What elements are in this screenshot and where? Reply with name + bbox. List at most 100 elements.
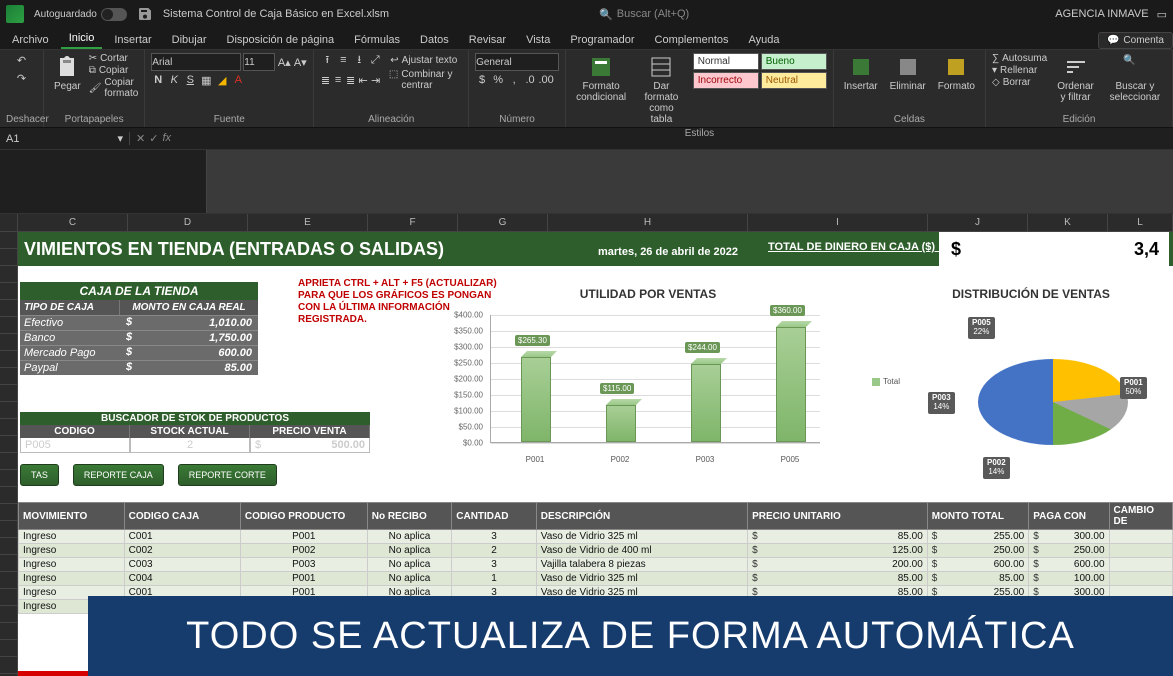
group-number: Número	[475, 113, 559, 125]
caja-table: CAJA DE LA TIENDA TIPO DE CAJAMONTO EN C…	[20, 282, 258, 375]
merge-center-button[interactable]: ⬚Combinar y centrar	[389, 69, 462, 91]
align-right-icon[interactable]: ≣	[345, 73, 356, 87]
tab-inicio[interactable]: Inicio	[61, 29, 103, 49]
increase-font-icon[interactable]: A▴	[277, 55, 291, 69]
format-as-table-button[interactable]: Dar formato como tabla	[634, 53, 689, 127]
italic-icon[interactable]: K	[167, 73, 181, 87]
align-top-icon[interactable]: ⭱	[320, 53, 334, 67]
format-painter-button[interactable]: 🖌Copiar formato	[89, 77, 139, 99]
btn-reporte-corte[interactable]: REPORTE CORTE	[178, 464, 277, 486]
style-normal[interactable]: Normal	[693, 53, 759, 70]
tab-revisar[interactable]: Revisar	[461, 31, 514, 49]
table-row[interactable]: IngresoC003P003No aplica3Vajilla talaber…	[19, 558, 1173, 572]
tab-ayuda[interactable]: Ayuda	[741, 31, 788, 49]
number-format-select[interactable]	[475, 53, 559, 71]
style-incorrecto[interactable]: Incorrecto	[693, 72, 759, 89]
cond-format-icon	[589, 55, 613, 79]
account-name[interactable]: AGENCIA INMAVE	[1055, 8, 1148, 20]
font-name-select[interactable]	[151, 53, 241, 71]
caja-row: Mercado Pago$600.00	[20, 345, 258, 360]
tab-archivo[interactable]: Archivo	[4, 31, 57, 49]
pie-label-p003: P00314%	[928, 392, 955, 414]
ribbon-display-icon[interactable]: ▭	[1157, 8, 1167, 21]
comma-icon[interactable]: ,	[507, 73, 521, 87]
align-left-icon[interactable]: ≣	[320, 73, 331, 87]
font-size-select[interactable]	[243, 53, 275, 71]
copy-button[interactable]: ⧉Copiar	[89, 65, 139, 76]
table-row[interactable]: IngresoC001P001No aplica3Vaso de Vidrio …	[19, 530, 1173, 544]
tab-vista[interactable]: Vista	[518, 31, 558, 49]
align-center-icon[interactable]: ≡	[333, 73, 344, 87]
orientation-icon[interactable]: ⤢	[368, 53, 382, 67]
find-select-button[interactable]: 🔍Buscar y seleccionar	[1104, 53, 1166, 105]
dec-decimal-icon[interactable]: .00	[539, 73, 553, 87]
tab-complementos[interactable]: Complementos	[647, 31, 737, 49]
table-row[interactable]: IngresoC002P002No aplica2Vaso de Vidrio …	[19, 544, 1173, 558]
insert-icon	[849, 55, 873, 79]
decrease-font-icon[interactable]: A▾	[293, 55, 307, 69]
tell-me-search[interactable]: 🔍 Buscar (Alt+Q)	[599, 8, 689, 21]
header-band: VIMIENTOS EN TIENDA (ENTRADAS O SALIDAS)…	[18, 232, 1173, 266]
total-cash-label: TOTAL DE DINERO EN CAJA ($) :	[768, 241, 942, 253]
sort-filter-button[interactable]: Ordenar y filtrar	[1051, 53, 1100, 105]
tab-programador[interactable]: Programador	[562, 31, 642, 49]
indent-dec-icon[interactable]: ⇤	[358, 73, 369, 87]
row-headers[interactable]	[0, 232, 18, 676]
search-price-value: $500.00	[250, 438, 370, 453]
tab-insertar[interactable]: Insertar	[106, 31, 159, 49]
undo-icon[interactable]: ↶	[15, 53, 29, 67]
tab-datos[interactable]: Datos	[412, 31, 457, 49]
tab-formulas[interactable]: Fórmulas	[346, 31, 408, 49]
clear-button[interactable]: ◇Borrar	[992, 77, 1047, 88]
insert-cells-button[interactable]: Insertar	[840, 53, 882, 94]
fx-icon[interactable]: fx	[162, 132, 171, 145]
underline-icon[interactable]: S	[183, 73, 197, 87]
btn-tas[interactable]: TAS	[20, 464, 59, 486]
worksheet[interactable]: VIMIENTOS EN TIENDA (ENTRADAS O SALIDAS)…	[0, 232, 1173, 676]
cut-button[interactable]: ✂Cortar	[89, 53, 139, 64]
style-neutral[interactable]: Neutral	[761, 72, 827, 89]
conditional-format-button[interactable]: Formato condicional	[572, 53, 630, 105]
format-cells-button[interactable]: Formato	[934, 53, 979, 94]
inc-decimal-icon[interactable]: .0	[523, 73, 537, 87]
align-bottom-icon[interactable]: ⭳	[352, 53, 366, 67]
pie-label-p005: P00522%	[968, 317, 995, 339]
align-middle-icon[interactable]: ≡	[336, 53, 350, 67]
search-code-input[interactable]: P005	[20, 438, 130, 453]
autosave-toggle[interactable]: Autoguardado	[34, 8, 127, 21]
wrap-icon: ↩	[390, 55, 398, 66]
fill-color-icon[interactable]: ◢	[215, 73, 229, 87]
tab-dibujar[interactable]: Dibujar	[164, 31, 215, 49]
search-icon: 🔍	[599, 8, 613, 21]
font-color-icon[interactable]: A	[231, 73, 245, 87]
btn-reporte-caja[interactable]: REPORTE CAJA	[73, 464, 164, 486]
wrap-text-button[interactable]: ↩Ajustar texto	[390, 55, 457, 66]
name-box[interactable]: A1▾	[0, 132, 130, 145]
save-icon[interactable]	[137, 6, 153, 22]
redo-icon[interactable]: ↷	[15, 71, 29, 85]
chart1-title: UTILIDAD POR VENTAS	[438, 287, 858, 301]
indent-inc-icon[interactable]: ⇥	[370, 73, 381, 87]
style-bueno[interactable]: Bueno	[761, 53, 827, 70]
chevron-down-icon: ▾	[117, 132, 123, 145]
total-cash-value: $3,4	[939, 232, 1169, 266]
percent-icon[interactable]: %	[491, 73, 505, 87]
delete-cells-button[interactable]: Eliminar	[886, 53, 930, 94]
autosum-button[interactable]: ∑Autosuma	[992, 53, 1047, 64]
enter-formula-icon[interactable]: ✓	[149, 132, 158, 145]
title-bar: Autoguardado Sistema Control de Caja Bás…	[0, 0, 1173, 28]
find-icon: 🔍	[1123, 55, 1147, 79]
select-all-corner[interactable]	[0, 214, 18, 231]
table-row[interactable]: IngresoC004P001No aplica1Vaso de Vidrio …	[19, 572, 1173, 586]
paste-button[interactable]: Pegar	[50, 53, 85, 94]
bold-icon[interactable]: N	[151, 73, 165, 87]
tab-disposicion[interactable]: Disposición de página	[219, 31, 343, 49]
currency-icon[interactable]: $	[475, 73, 489, 87]
fill-button[interactable]: ▾Rellenar	[992, 65, 1047, 76]
column-headers[interactable]: C D E F G H I J K L	[0, 214, 1173, 232]
paste-icon	[55, 55, 79, 79]
cancel-formula-icon[interactable]: ✕	[136, 132, 145, 145]
comments-button[interactable]: 💬 Comenta	[1098, 32, 1173, 49]
ribbon-tabs: Archivo Inicio Insertar Dibujar Disposic…	[0, 28, 1173, 50]
border-icon[interactable]: ▦	[199, 73, 213, 87]
